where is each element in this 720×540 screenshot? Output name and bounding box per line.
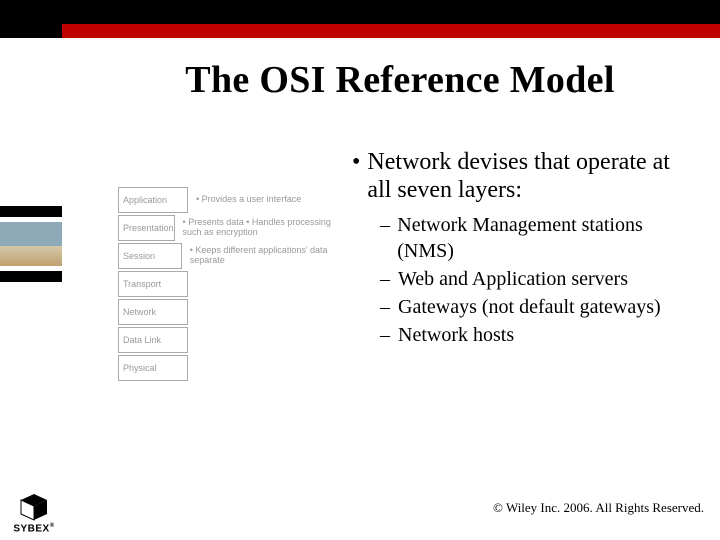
osi-layers-figure: Application • Provides a user interface … (118, 186, 348, 382)
copyright-footer: © Wiley Inc. 2006. All Rights Reserved. (493, 500, 704, 516)
cube-icon (19, 493, 49, 521)
osi-row: Presentation • Presents data • Handles p… (118, 214, 348, 242)
osi-row: Network (118, 298, 348, 326)
sub-bullet-text: Network Management stations (NMS) (397, 212, 692, 264)
sub-bullet-item: – Network hosts (380, 322, 692, 348)
osi-layer-label: Session (118, 243, 182, 269)
sub-bullet-item: – Network Management stations (NMS) (380, 212, 692, 264)
sub-bullet-text: Web and Application servers (398, 266, 628, 292)
bullet-item: • Network devises that operate at all se… (352, 148, 692, 204)
publisher-logo: SYBEX® (6, 478, 62, 534)
osi-layer-label: Data Link (118, 327, 188, 353)
sub-bullet-item: – Gateways (not default gateways) (380, 294, 692, 320)
osi-layer-desc: • Presents data • Handles processing suc… (175, 218, 348, 238)
osi-layer-desc: • Provides a user interface (188, 195, 301, 205)
osi-layer-label: Presentation (118, 215, 175, 241)
dash-marker: – (380, 294, 398, 320)
osi-layer-desc: • Keeps different applications' data sep… (182, 246, 348, 266)
bullet-text: Network devises that operate at all seve… (367, 148, 692, 204)
osi-row: Session • Keeps different applications' … (118, 242, 348, 270)
thumbnail-image (0, 222, 62, 266)
slide-title: The OSI Reference Model (120, 58, 680, 102)
sub-bullet-text: Network hosts (398, 322, 514, 348)
osi-layer-label: Network (118, 299, 188, 325)
logo-text: SYBEX® (13, 523, 54, 534)
osi-row: Physical (118, 354, 348, 382)
dash-marker: – (380, 212, 397, 238)
osi-row: Application • Provides a user interface (118, 186, 348, 214)
left-stripe-upper (0, 206, 62, 217)
osi-row: Data Link (118, 326, 348, 354)
sub-bullet-text: Gateways (not default gateways) (398, 294, 661, 320)
osi-row: Transport (118, 270, 348, 298)
left-rail (0, 0, 62, 540)
sub-bullet-list: – Network Management stations (NMS) – We… (352, 212, 692, 348)
body-content: • Network devises that operate at all se… (352, 148, 692, 350)
osi-layer-label: Transport (118, 271, 188, 297)
osi-layer-label: Application (118, 187, 188, 213)
osi-layer-label: Physical (118, 355, 188, 381)
bullet-marker: • (352, 148, 367, 176)
dash-marker: – (380, 266, 398, 292)
dash-marker: – (380, 322, 398, 348)
red-accent-bar (62, 24, 720, 38)
left-stripe-lower (0, 271, 62, 282)
sub-bullet-item: – Web and Application servers (380, 266, 692, 292)
